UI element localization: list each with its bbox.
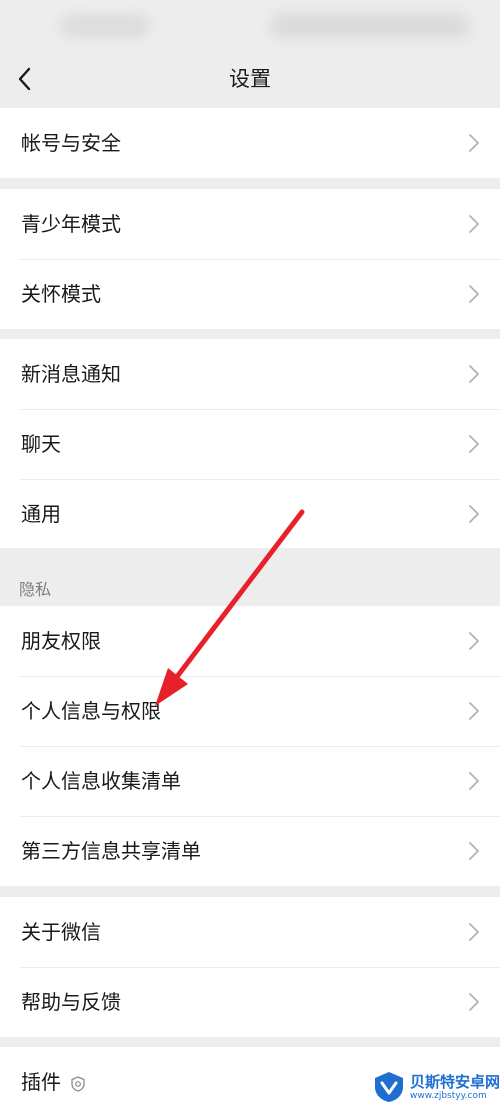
row-label: 帐号与安全 — [21, 131, 121, 155]
chevron-right-icon — [469, 505, 479, 523]
settings-row-friend-permissions[interactable]: 朋友权限 — [0, 606, 500, 676]
chevron-right-icon — [469, 134, 479, 152]
back-chevron-icon[interactable] — [14, 64, 38, 94]
settings-group-modes: 青少年模式 关怀模式 — [0, 189, 500, 329]
settings-row-care-mode[interactable]: 关怀模式 — [0, 259, 500, 329]
row-label: 个人信息收集清单 — [21, 769, 181, 793]
section-header-privacy: 隐私 — [0, 548, 500, 605]
row-label: 通用 — [21, 502, 61, 526]
chevron-right-icon — [469, 632, 479, 650]
chevron-right-icon — [469, 702, 479, 720]
status-bar-icons-blurred — [270, 14, 470, 38]
settings-row-teen-mode[interactable]: 青少年模式 — [0, 189, 500, 259]
page-title: 设置 — [229, 67, 271, 91]
row-label: 关怀模式 — [21, 282, 101, 306]
settings-group-account: 帐号与安全 — [0, 108, 500, 178]
settings-row-account-security[interactable]: 帐号与安全 — [0, 108, 500, 178]
row-label: 关于微信 — [21, 920, 101, 944]
settings-row-personal-info-permissions[interactable]: 个人信息与权限 — [0, 676, 500, 746]
status-bar — [0, 0, 500, 52]
row-label: 青少年模式 — [21, 212, 121, 236]
row-label: 新消息通知 — [21, 362, 121, 386]
settings-row-help-feedback[interactable]: 帮助与反馈 — [0, 967, 500, 1037]
settings-row-chat[interactable]: 聊天 — [0, 409, 500, 479]
chevron-right-icon — [469, 923, 479, 941]
settings-row-notifications[interactable]: 新消息通知 — [0, 339, 500, 409]
row-label: 帮助与反馈 — [21, 990, 121, 1014]
navigation-bar: 设置 — [0, 52, 500, 107]
settings-group-general: 新消息通知 聊天 通用 — [0, 339, 500, 549]
chevron-right-icon — [469, 365, 479, 383]
chevron-right-icon — [469, 842, 479, 860]
section-header-label: 隐私 — [19, 580, 52, 599]
row-label: 第三方信息共享清单 — [21, 839, 201, 863]
settings-row-about-wechat[interactable]: 关于微信 — [0, 897, 500, 967]
row-label: 朋友权限 — [21, 629, 101, 653]
plugins-label: 插件 — [21, 1070, 61, 1094]
watermark-url: www.zjbstyy.com — [410, 1091, 487, 1101]
settings-row-personal-info-collection[interactable]: 个人信息收集清单 — [0, 746, 500, 816]
row-label: 插件 — [21, 1047, 87, 1111]
chevron-right-icon — [469, 435, 479, 453]
settings-group-privacy: 朋友权限 个人信息与权限 个人信息收集清单 第三方信息共享清单 — [0, 606, 500, 886]
row-label: 聊天 — [21, 432, 61, 456]
plugin-shield-icon — [71, 1075, 85, 1092]
settings-group-about: 关于微信 帮助与反馈 — [0, 897, 500, 1037]
chevron-right-icon — [469, 215, 479, 233]
chevron-right-icon — [469, 993, 479, 1011]
status-bar-time-blurred — [60, 14, 150, 38]
watermark-name: 贝斯特安卓网 — [410, 1073, 500, 1091]
site-watermark: 贝斯特安卓网 www.zjbstyy.com — [370, 1068, 500, 1108]
settings-row-general[interactable]: 通用 — [0, 479, 500, 549]
row-label: 个人信息与权限 — [21, 699, 161, 723]
watermark-logo-icon — [375, 1072, 403, 1102]
settings-row-third-party-sharing[interactable]: 第三方信息共享清单 — [0, 816, 500, 886]
chevron-right-icon — [469, 772, 479, 790]
chevron-right-icon — [469, 285, 479, 303]
